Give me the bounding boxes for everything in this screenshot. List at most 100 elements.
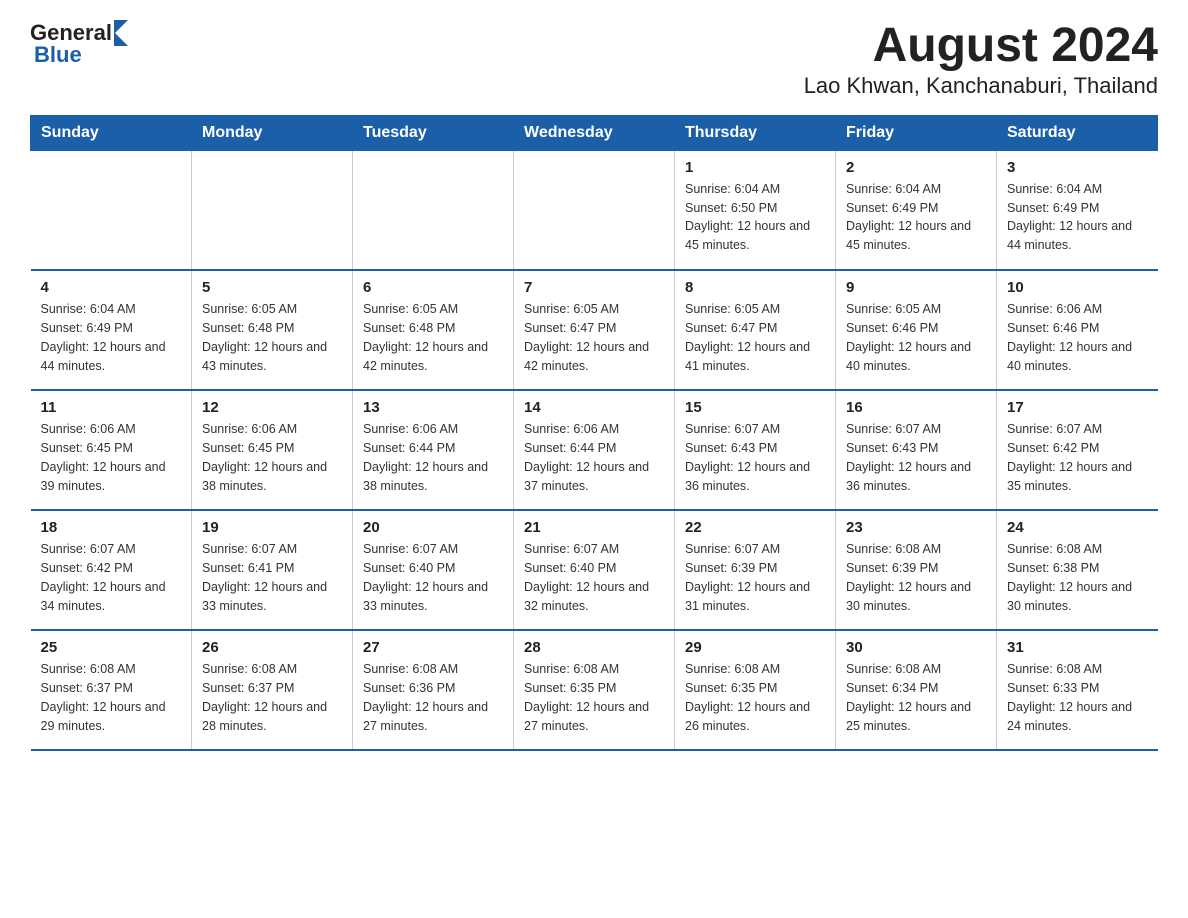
day-info: Sunrise: 6:05 AM Sunset: 6:46 PM Dayligh… [846, 300, 986, 375]
calendar-cell [31, 150, 192, 270]
calendar-cell: 8 Sunrise: 6:05 AM Sunset: 6:47 PM Daylig… [675, 270, 836, 390]
header-friday: Friday [836, 115, 997, 150]
day-number: 17 [1007, 399, 1148, 416]
calendar-header-row: SundayMondayTuesdayWednesdayThursdayFrid… [31, 115, 1158, 150]
calendar-cell: 15 Sunrise: 6:07 AM Sunset: 6:43 PM Dayli… [675, 390, 836, 510]
calendar-cell: 16 Sunrise: 6:07 AM Sunset: 6:43 PM Dayli… [836, 390, 997, 510]
day-number: 24 [1007, 519, 1148, 536]
day-number: 22 [685, 519, 825, 536]
calendar-cell: 18Sunrise: 6:07 AM Sunset: 6:42 PM Dayli… [31, 510, 192, 630]
calendar-cell: 4 Sunrise: 6:04 AM Sunset: 6:49 PM Daylig… [31, 270, 192, 390]
calendar-cell: 10 Sunrise: 6:06 AM Sunset: 6:46 PM Dayli… [997, 270, 1158, 390]
day-number: 25 [41, 639, 182, 656]
day-info: Sunrise: 6:04 AM Sunset: 6:49 PM Dayligh… [41, 300, 182, 375]
day-info: Sunrise: 6:06 AM Sunset: 6:45 PM Dayligh… [41, 420, 182, 495]
day-number: 20 [363, 519, 503, 536]
day-number: 6 [363, 279, 503, 296]
calendar-week-3: 11 Sunrise: 6:06 AM Sunset: 6:45 PM Dayli… [31, 390, 1158, 510]
day-info: Sunrise: 6:07 AM Sunset: 6:40 PM Dayligh… [363, 540, 503, 615]
day-info: Sunrise: 6:06 AM Sunset: 6:44 PM Dayligh… [524, 420, 664, 495]
day-info: Sunrise: 6:08 AM Sunset: 6:34 PM Dayligh… [846, 660, 986, 735]
calendar-week-5: 25 Sunrise: 6:08 AM Sunset: 6:37 PM Dayli… [31, 630, 1158, 750]
calendar-cell: 23 Sunrise: 6:08 AM Sunset: 6:39 PM Dayli… [836, 510, 997, 630]
day-number: 13 [363, 399, 503, 416]
day-number: 8 [685, 279, 825, 296]
calendar-cell [353, 150, 514, 270]
page-subtitle: Lao Khwan, Kanchanaburi, Thailand [804, 73, 1158, 99]
header-wednesday: Wednesday [514, 115, 675, 150]
calendar-cell: 7 Sunrise: 6:05 AM Sunset: 6:47 PM Daylig… [514, 270, 675, 390]
day-number: 31 [1007, 639, 1148, 656]
calendar-cell: 27Sunrise: 6:08 AM Sunset: 6:36 PM Dayli… [353, 630, 514, 750]
day-info: Sunrise: 6:08 AM Sunset: 6:33 PM Dayligh… [1007, 660, 1148, 735]
day-info: Sunrise: 6:08 AM Sunset: 6:37 PM Dayligh… [202, 660, 342, 735]
day-number: 27 [363, 639, 503, 656]
calendar-cell: 2 Sunrise: 6:04 AM Sunset: 6:49 PM Daylig… [836, 150, 997, 270]
day-number: 28 [524, 639, 664, 656]
calendar-table: SundayMondayTuesdayWednesdayThursdayFrid… [30, 115, 1158, 752]
day-number: 2 [846, 159, 986, 176]
day-info: Sunrise: 6:07 AM Sunset: 6:43 PM Dayligh… [685, 420, 825, 495]
day-number: 15 [685, 399, 825, 416]
calendar-cell: 13Sunrise: 6:06 AM Sunset: 6:44 PM Dayli… [353, 390, 514, 510]
day-info: Sunrise: 6:08 AM Sunset: 6:35 PM Dayligh… [524, 660, 664, 735]
day-info: Sunrise: 6:07 AM Sunset: 6:43 PM Dayligh… [846, 420, 986, 495]
day-number: 7 [524, 279, 664, 296]
day-info: Sunrise: 6:06 AM Sunset: 6:46 PM Dayligh… [1007, 300, 1148, 375]
calendar-cell: 29Sunrise: 6:08 AM Sunset: 6:35 PM Dayli… [675, 630, 836, 750]
page-header: General Blue August 2024 Lao Khwan, Kanc… [30, 20, 1158, 99]
calendar-week-1: 1Sunrise: 6:04 AM Sunset: 6:50 PM Daylig… [31, 150, 1158, 270]
calendar-cell: 28 Sunrise: 6:08 AM Sunset: 6:35 PM Dayli… [514, 630, 675, 750]
day-info: Sunrise: 6:08 AM Sunset: 6:37 PM Dayligh… [41, 660, 182, 735]
header-saturday: Saturday [997, 115, 1158, 150]
calendar-cell: 9 Sunrise: 6:05 AM Sunset: 6:46 PM Daylig… [836, 270, 997, 390]
header-sunday: Sunday [31, 115, 192, 150]
day-number: 10 [1007, 279, 1148, 296]
calendar-cell: 25 Sunrise: 6:08 AM Sunset: 6:37 PM Dayli… [31, 630, 192, 750]
day-number: 9 [846, 279, 986, 296]
calendar-cell: 31 Sunrise: 6:08 AM Sunset: 6:33 PM Dayli… [997, 630, 1158, 750]
calendar-cell: 3 Sunrise: 6:04 AM Sunset: 6:49 PM Daylig… [997, 150, 1158, 270]
calendar-cell: 17 Sunrise: 6:07 AM Sunset: 6:42 PM Dayli… [997, 390, 1158, 510]
day-number: 5 [202, 279, 342, 296]
day-number: 4 [41, 279, 182, 296]
day-number: 11 [41, 399, 182, 416]
logo-blue-text: Blue [34, 42, 82, 68]
day-info: Sunrise: 6:06 AM Sunset: 6:45 PM Dayligh… [202, 420, 342, 495]
calendar-week-2: 4 Sunrise: 6:04 AM Sunset: 6:49 PM Daylig… [31, 270, 1158, 390]
title-block: August 2024 Lao Khwan, Kanchanaburi, Tha… [804, 20, 1158, 99]
calendar-cell: 11 Sunrise: 6:06 AM Sunset: 6:45 PM Dayli… [31, 390, 192, 510]
day-info: Sunrise: 6:08 AM Sunset: 6:35 PM Dayligh… [685, 660, 825, 735]
day-info: Sunrise: 6:05 AM Sunset: 6:47 PM Dayligh… [685, 300, 825, 375]
day-number: 1 [685, 159, 825, 176]
day-info: Sunrise: 6:05 AM Sunset: 6:47 PM Dayligh… [524, 300, 664, 375]
page-title: August 2024 [804, 20, 1158, 73]
day-info: Sunrise: 6:08 AM Sunset: 6:39 PM Dayligh… [846, 540, 986, 615]
logo: General Blue [30, 20, 128, 68]
calendar-cell: 19Sunrise: 6:07 AM Sunset: 6:41 PM Dayli… [192, 510, 353, 630]
day-info: Sunrise: 6:04 AM Sunset: 6:49 PM Dayligh… [846, 180, 986, 255]
calendar-cell: 22Sunrise: 6:07 AM Sunset: 6:39 PM Dayli… [675, 510, 836, 630]
header-tuesday: Tuesday [353, 115, 514, 150]
calendar-cell [192, 150, 353, 270]
day-info: Sunrise: 6:07 AM Sunset: 6:42 PM Dayligh… [1007, 420, 1148, 495]
calendar-cell: 6 Sunrise: 6:05 AM Sunset: 6:48 PM Daylig… [353, 270, 514, 390]
day-number: 19 [202, 519, 342, 536]
day-info: Sunrise: 6:07 AM Sunset: 6:40 PM Dayligh… [524, 540, 664, 615]
day-number: 12 [202, 399, 342, 416]
calendar-week-4: 18Sunrise: 6:07 AM Sunset: 6:42 PM Dayli… [31, 510, 1158, 630]
calendar-cell: 5Sunrise: 6:05 AM Sunset: 6:48 PM Daylig… [192, 270, 353, 390]
day-number: 16 [846, 399, 986, 416]
calendar-cell: 26 Sunrise: 6:08 AM Sunset: 6:37 PM Dayli… [192, 630, 353, 750]
day-number: 21 [524, 519, 664, 536]
calendar-cell: 20 Sunrise: 6:07 AM Sunset: 6:40 PM Dayli… [353, 510, 514, 630]
calendar-cell: 21 Sunrise: 6:07 AM Sunset: 6:40 PM Dayli… [514, 510, 675, 630]
day-number: 3 [1007, 159, 1148, 176]
day-number: 30 [846, 639, 986, 656]
day-info: Sunrise: 6:05 AM Sunset: 6:48 PM Dayligh… [363, 300, 503, 375]
day-info: Sunrise: 6:04 AM Sunset: 6:49 PM Dayligh… [1007, 180, 1148, 255]
header-monday: Monday [192, 115, 353, 150]
day-number: 26 [202, 639, 342, 656]
day-number: 23 [846, 519, 986, 536]
calendar-cell: 14Sunrise: 6:06 AM Sunset: 6:44 PM Dayli… [514, 390, 675, 510]
